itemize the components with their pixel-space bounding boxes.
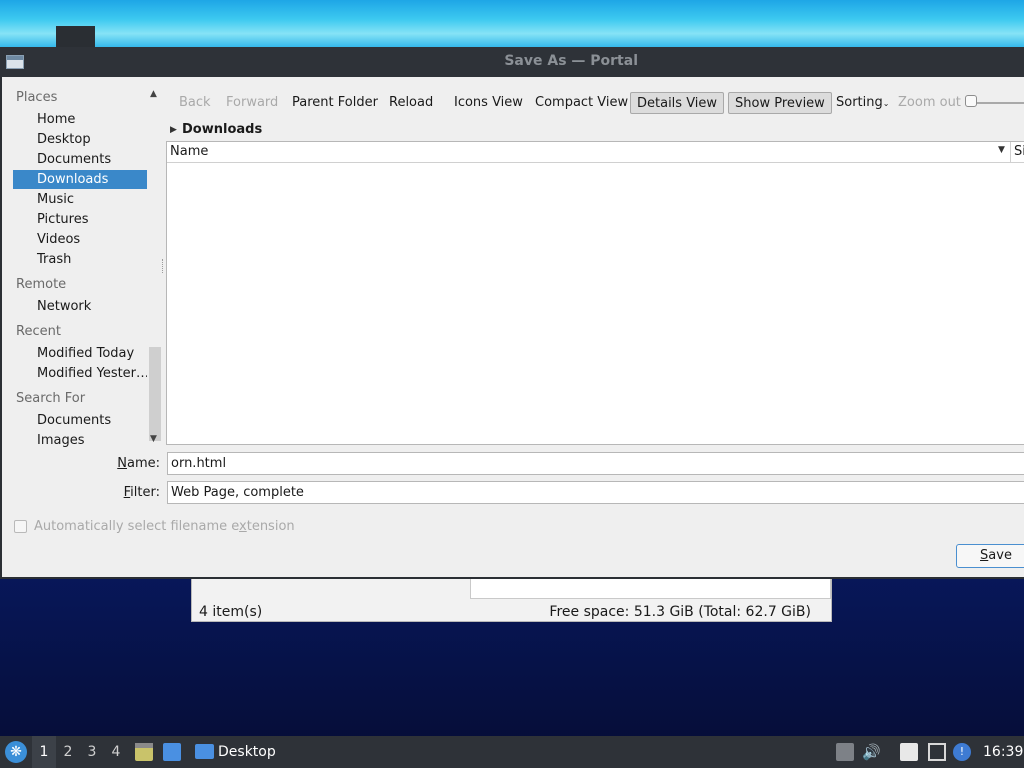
column-header-size[interactable]: Siz — [1014, 144, 1024, 159]
workspace-3[interactable]: 3 — [80, 736, 104, 768]
places-item-home[interactable]: Home — [13, 110, 147, 129]
reload-button[interactable]: Reload — [383, 92, 439, 114]
task-button-desktop[interactable]: Desktop — [192, 736, 276, 768]
zoom-out-button[interactable]: Zoom out — [892, 92, 967, 114]
places-item-network[interactable]: Network — [13, 297, 147, 316]
places-item-desktop[interactable]: Desktop — [13, 130, 147, 149]
forward-button[interactable]: Forward — [220, 92, 284, 114]
scroll-up-arrow-icon[interactable]: ▲ — [150, 89, 157, 99]
save-label: ave — [988, 548, 1012, 563]
sorting-button[interactable]: Sorting⌄ — [830, 92, 895, 114]
column-divider[interactable] — [1010, 142, 1011, 162]
places-item-music[interactable]: Music — [13, 190, 147, 209]
task-label: Desktop — [218, 744, 276, 760]
places-sidebar: Places Home Desktop Documents Downloads … — [2, 87, 162, 450]
filter-label: Filter: — [100, 485, 160, 500]
places-item-modified-today[interactable]: Modified Today — [13, 344, 147, 363]
name-label-accel: N — [117, 456, 127, 471]
auto-ext-text-a: Automatically select filename e — [34, 519, 240, 534]
workspace-2[interactable]: 2 — [56, 736, 80, 768]
dialog-titlebar[interactable]: Save As — Portal — [0, 47, 1024, 77]
places-item-documents[interactable]: Documents — [13, 150, 147, 169]
scrollbar-thumb[interactable] — [149, 347, 161, 441]
auto-ext-text-b: tension — [246, 519, 295, 534]
places-item-modified-yesterday[interactable]: Modified Yester… — [13, 364, 147, 383]
back-button[interactable]: Back — [173, 92, 217, 114]
clock[interactable]: 16:39 — [983, 736, 1023, 768]
status-free-space: Free space: 51.3 GiB (Total: 62.7 GiB) — [549, 604, 811, 620]
wallpaper-top — [0, 0, 1024, 48]
network-icon[interactable] — [928, 743, 946, 761]
start-menu-icon[interactable]: ❋ — [5, 741, 27, 763]
column-header-name[interactable]: Name — [170, 144, 208, 159]
auto-ext-accel: x — [239, 519, 247, 534]
current-folder-label: Downloads — [182, 122, 263, 137]
places-item-downloads[interactable]: Downloads — [13, 170, 147, 189]
save-as-dialog: Save As — Portal Places Home Desktop Doc… — [0, 47, 1024, 579]
icons-view-button[interactable]: Icons View — [448, 92, 529, 114]
notification-icon[interactable]: ! — [953, 743, 971, 761]
sorting-label: Sorting — [836, 95, 883, 110]
details-view-button[interactable]: Details View — [630, 92, 725, 114]
compact-view-button[interactable]: Compact View — [529, 92, 634, 114]
zoom-slider-track[interactable] — [972, 102, 1024, 104]
workspace-4[interactable]: 4 — [104, 736, 128, 768]
save-button[interactable]: Save — [956, 544, 1024, 568]
auto-extension-label: Automatically select filename extension — [34, 519, 295, 534]
filter-label-text: ilter: — [130, 485, 160, 500]
name-label-text: ame: — [126, 456, 160, 471]
places-item-videos[interactable]: Videos — [13, 230, 147, 249]
zoom-slider-handle[interactable] — [965, 95, 977, 107]
dialog-title: Save As — Portal — [504, 53, 638, 69]
auto-extension-checkbox[interactable] — [14, 520, 27, 533]
filter-select[interactable]: Web Page, complete — [167, 481, 1024, 504]
status-item-count: 4 item(s) — [199, 604, 263, 620]
file-list-header: Name ▼ Siz — [167, 142, 1024, 163]
places-scrollbar[interactable]: ▲ ▼ — [148, 89, 162, 449]
taskbar: ❋ 1 2 3 4 Desktop 🔊 ! 16:39 — [0, 736, 1024, 768]
desktop-shortcut[interactable] — [56, 26, 95, 48]
expand-triangle-icon[interactable]: ▶ — [170, 125, 177, 135]
places-section-remote: Remote — [16, 277, 67, 292]
file-list-view[interactable]: Name ▼ Siz — [166, 141, 1024, 445]
scroll-down-arrow-icon[interactable]: ▼ — [150, 434, 157, 444]
parent-folder-button[interactable]: Parent Folder — [286, 92, 384, 114]
places-section-places: Places — [16, 90, 58, 105]
sort-descending-icon: ▼ — [998, 145, 1005, 155]
dropdown-arrow-icon: ⌄ — [882, 99, 890, 108]
tray-up-icon[interactable] — [836, 743, 854, 761]
filename-input[interactable]: orn.html — [167, 452, 1024, 475]
clipboard-icon[interactable] — [900, 743, 918, 761]
folder-icon — [195, 744, 214, 759]
workspace-1[interactable]: 1 — [32, 736, 56, 768]
places-item-pictures[interactable]: Pictures — [13, 210, 147, 229]
file-manager-icon[interactable] — [135, 743, 153, 761]
show-preview-button[interactable]: Show Preview — [728, 92, 832, 114]
places-item-trash[interactable]: Trash — [13, 250, 147, 269]
background-file-manager-window: 4 item(s) Free space: 51.3 GiB (Total: 6… — [191, 578, 832, 622]
places-section-search-for: Search For — [16, 391, 86, 406]
places-section-recent: Recent — [16, 324, 61, 339]
file-dialog-toolbar: Back Forward Parent Folder Reload Icons … — [166, 92, 1024, 116]
show-desktop-icon[interactable] — [163, 743, 181, 761]
places-item-search-documents[interactable]: Documents — [13, 411, 147, 430]
places-item-search-images[interactable]: Images — [13, 431, 147, 450]
volume-icon[interactable]: 🔊 — [862, 743, 881, 761]
background-input-field[interactable] — [470, 579, 831, 599]
desktop-background: 4 item(s) Free space: 51.3 GiB (Total: 6… — [0, 0, 1024, 768]
name-label: Name: — [100, 456, 160, 471]
